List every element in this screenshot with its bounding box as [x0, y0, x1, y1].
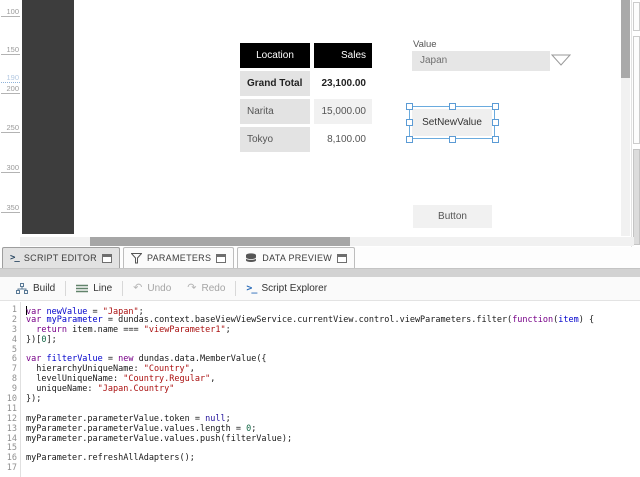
- selection-handle[interactable]: [406, 103, 413, 110]
- build-label: Build: [33, 283, 55, 294]
- parameter-combobox[interactable]: Japan: [412, 51, 550, 71]
- code-line: uniqueName: "Japan.Country": [26, 385, 640, 395]
- selection-handle[interactable]: [492, 136, 499, 143]
- line-number-gutter: 1234567891011121314151617: [0, 302, 21, 477]
- ruler-mark: 200: [1, 84, 20, 94]
- tab-script-editor[interactable]: >_ SCRIPT EDITOR: [2, 247, 120, 268]
- vertical-ruler: 100 150 190200 250 300 350: [0, 0, 22, 236]
- code-line: });: [26, 395, 640, 405]
- selection-handle[interactable]: [406, 119, 413, 126]
- code-line: })[0];: [26, 336, 640, 346]
- table-header-cell: Location: [240, 43, 310, 68]
- table-cell: Tokyo: [240, 127, 310, 152]
- toolbar-separator: [235, 281, 236, 296]
- redo-icon: ↷: [187, 283, 196, 294]
- dashboard-designer-window: 100 150 190200 250 300 350 LocationSalesGrand…: [0, 0, 640, 477]
- database-icon: [245, 253, 257, 263]
- table-cell: Narita: [240, 99, 310, 124]
- ruler-mark: 250: [1, 123, 20, 133]
- panel-divider: [0, 269, 640, 277]
- tab-data-preview[interactable]: DATA PREVIEW: [237, 247, 355, 268]
- set-new-value-button[interactable]: SetNewValue: [412, 109, 492, 136]
- table-cell: Grand Total: [240, 71, 310, 96]
- line-icon: [76, 284, 88, 293]
- tab-parameters[interactable]: PARAMETERS: [123, 247, 234, 268]
- canvas-vertical-scrollbar[interactable]: [621, 0, 630, 236]
- tab-label: DATA PREVIEW: [262, 253, 332, 263]
- ruler-mark: 150: [1, 45, 20, 55]
- canvas-horizontal-scrollbar[interactable]: [20, 237, 634, 246]
- popout-icon[interactable]: [337, 254, 347, 263]
- toolbox-panel[interactable]: [22, 0, 74, 234]
- dashboard-table[interactable]: LocationSalesGrand Total23,100.00Narita1…: [240, 43, 372, 152]
- tab-label: SCRIPT EDITOR: [24, 253, 97, 263]
- filter-icon: [131, 253, 142, 264]
- table-cell: 15,000.00: [314, 99, 372, 124]
- script-icon: >_: [10, 253, 19, 263]
- right-dock-strip: [631, 0, 640, 247]
- popout-icon[interactable]: [102, 254, 112, 263]
- code-line: [26, 464, 640, 474]
- script-explorer-button[interactable]: >_ Script Explorer: [238, 279, 335, 299]
- selection-handle[interactable]: [492, 103, 499, 110]
- selection-handle[interactable]: [449, 103, 456, 110]
- code-line: myParameter.parameterValue.values.push(f…: [26, 435, 640, 445]
- undo-button[interactable]: ↶ Undo: [125, 279, 179, 299]
- table-cell: 8,100.00: [314, 127, 372, 152]
- selection-handle[interactable]: [406, 136, 413, 143]
- parameter-value: Japan: [420, 55, 447, 66]
- redo-button[interactable]: ↷ Redo: [179, 279, 233, 299]
- undo-label: Undo: [147, 283, 171, 294]
- chevron-down-icon[interactable]: [551, 53, 571, 65]
- code-line: return item.name === "viewParameter1";: [26, 326, 640, 336]
- toolbar-separator: [65, 281, 66, 296]
- table-cell: 23,100.00: [314, 71, 372, 96]
- selection-handle[interactable]: [492, 119, 499, 126]
- script-editor-toolbar: Build Line ↶ Undo ↷ Redo >_ Script Explo…: [0, 277, 640, 301]
- code-area[interactable]: var newValue = "Japan";var myParameter =…: [21, 302, 640, 477]
- selected-element: SetNewValue: [405, 102, 499, 143]
- vertical-scrollbar-thumb[interactable]: [621, 0, 630, 78]
- line-number: 17: [0, 464, 17, 474]
- collapsed-panel-tab[interactable]: [633, 149, 640, 245]
- selection-handle[interactable]: [449, 136, 456, 143]
- script-explorer-icon: >_: [246, 283, 256, 294]
- parameter-label: Value: [413, 39, 437, 50]
- script-explorer-label: Script Explorer: [261, 283, 327, 294]
- table-header-cell: Sales: [314, 43, 372, 68]
- line-label: Line: [93, 283, 112, 294]
- toolbar-separator: [122, 281, 123, 296]
- build-icon: [16, 283, 28, 294]
- ruler-mark: 100: [1, 7, 20, 17]
- ruler-mark: 190: [1, 73, 20, 83]
- design-surface: 100 150 190200 250 300 350 LocationSalesGrand…: [0, 0, 640, 247]
- tab-label: PARAMETERS: [147, 253, 211, 263]
- undo-icon: ↶: [133, 283, 142, 294]
- redo-label: Redo: [202, 283, 226, 294]
- canvas-button[interactable]: Button: [413, 205, 492, 228]
- line-button[interactable]: Line: [68, 279, 120, 299]
- ruler-mark: 300: [1, 163, 20, 173]
- build-button[interactable]: Build: [8, 279, 63, 299]
- horizontal-scrollbar-thumb[interactable]: [90, 237, 350, 246]
- dock-tab-bar: >_ SCRIPT EDITOR PARAMETERS DATA PREVIEW: [0, 247, 640, 269]
- collapsed-panel-tab[interactable]: [633, 36, 640, 144]
- collapsed-panel-tab[interactable]: [633, 2, 640, 31]
- popout-icon[interactable]: [216, 254, 226, 263]
- code-line: myParameter.refreshAllAdapters();: [26, 454, 640, 464]
- script-editor: 1234567891011121314151617 var newValue =…: [0, 302, 640, 477]
- ruler-mark: 350: [1, 203, 20, 213]
